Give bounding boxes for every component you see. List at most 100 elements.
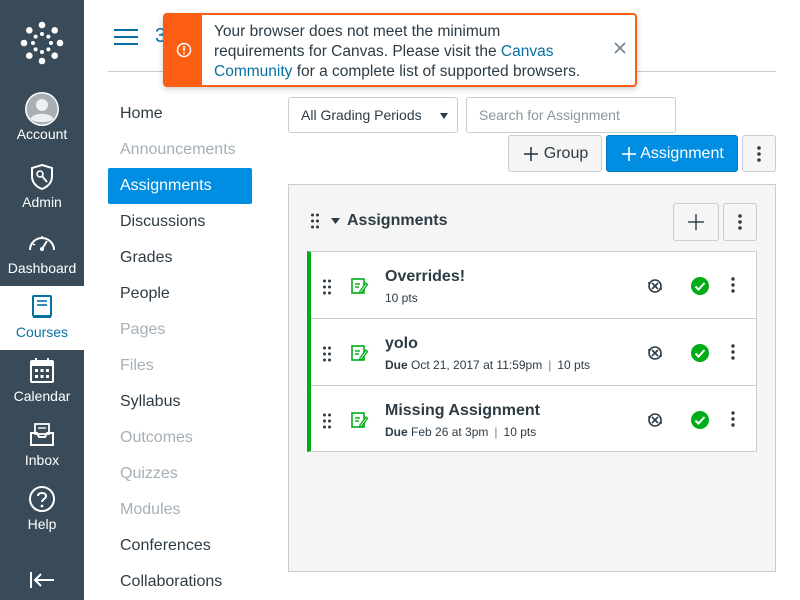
group-add-assignment-button[interactable] <box>673 203 719 241</box>
assignment-icon <box>351 412 369 428</box>
assignment-meta: Due Oct 21, 2017 at 11:59pm | 10 pts <box>385 358 590 372</box>
availability-icon <box>648 279 662 293</box>
meta-separator: | <box>494 425 498 439</box>
assignment-icon <box>351 345 369 361</box>
calendar-icon <box>29 354 55 388</box>
global-nav-help[interactable]: Help <box>0 478 84 540</box>
course-nav-modules: Modules <box>120 501 181 518</box>
global-nav-label: Courses <box>15 324 69 340</box>
global-nav-label: Dashboard <box>7 260 77 276</box>
course-nav-home[interactable]: Home <box>108 96 252 132</box>
canvas-logo[interactable] <box>0 0 84 86</box>
course-nav-discussions[interactable]: Discussions <box>108 204 252 240</box>
dropdown-caret-icon <box>440 113 448 119</box>
courses-book-icon <box>30 290 54 324</box>
kebab-icon <box>738 214 742 230</box>
alert-text-before: Your browser does not meet the minimum r… <box>214 23 501 60</box>
global-nav-label: Inbox <box>24 452 60 468</box>
global-nav-label: Help <box>27 516 57 532</box>
course-nav-conferences[interactable]: Conferences <box>108 528 252 564</box>
add-assignment-label: Assignment <box>640 144 724 162</box>
kebab-icon[interactable] <box>730 343 736 361</box>
global-nav-label: Calendar <box>13 388 71 404</box>
points: 10 pts <box>503 425 537 439</box>
grading-period-select[interactable]: All Grading Periods <box>288 97 458 133</box>
course-nav-syllabus[interactable]: Syllabus <box>108 384 252 420</box>
due-label: Due <box>385 425 408 439</box>
course-nav-files: Files <box>120 357 154 374</box>
global-nav-dashboard[interactable]: Dashboard <box>0 222 84 284</box>
warning-icon <box>176 42 191 58</box>
inbox-icon <box>28 418 56 452</box>
alert-close-button[interactable] <box>613 41 627 60</box>
dashboard-gauge-icon <box>27 226 57 260</box>
meta-separator: | <box>548 358 552 372</box>
plus-icon <box>622 146 637 161</box>
course-nav-assignments[interactable]: Assignments <box>108 168 252 204</box>
hamburger-menu-button[interactable] <box>112 26 140 48</box>
group-settings-button[interactable] <box>723 203 757 241</box>
help-icon <box>28 482 56 516</box>
settings-kebab-button[interactable] <box>742 135 776 172</box>
assignment-icon <box>351 278 369 294</box>
assignment-row[interactable]: Overrides! 10 pts <box>311 252 756 319</box>
published-check-icon[interactable] <box>690 343 710 363</box>
assignment-meta: 10 pts <box>385 291 418 305</box>
close-icon <box>614 42 626 54</box>
points: 10 pts <box>557 358 591 372</box>
drag-handle-icon[interactable] <box>322 278 332 296</box>
account-avatar-icon <box>24 92 60 126</box>
add-group-label: Group <box>543 144 589 162</box>
assignment-search-input[interactable] <box>466 97 676 133</box>
collapse-nav-button[interactable] <box>0 562 84 598</box>
plus-icon <box>523 146 538 161</box>
admin-shield-icon <box>29 160 55 194</box>
assignment-title[interactable]: Missing Assignment <box>385 402 540 420</box>
alert-text-after: for a complete list of supported browser… <box>292 63 581 80</box>
plus-icon <box>688 214 704 230</box>
kebab-icon[interactable] <box>730 410 736 428</box>
course-nav-announcements: Announcements <box>120 141 236 158</box>
browser-warning-alert: Your browser does not meet the minimum r… <box>163 13 637 87</box>
course-nav-quizzes: Quizzes <box>120 465 178 482</box>
canvas-logo-icon <box>20 21 64 65</box>
global-nav-account[interactable]: Account <box>0 88 84 150</box>
course-nav-outcomes: Outcomes <box>120 429 193 446</box>
global-nav: Account Admin Dashboard Courses Calendar Inbo… <box>0 0 84 600</box>
global-nav-inbox[interactable]: Inbox <box>0 414 84 476</box>
grading-period-value: All Grading Periods <box>301 107 422 123</box>
kebab-icon[interactable] <box>730 276 736 294</box>
assignment-list: Overrides! 10 pts yolo Due Oct 21, 2017 at … <box>307 251 757 452</box>
kebab-icon <box>757 145 761 162</box>
due-label: Due <box>385 358 408 372</box>
drag-handle-icon[interactable] <box>322 412 332 430</box>
published-check-icon[interactable] <box>690 410 710 430</box>
global-nav-calendar[interactable]: Calendar <box>0 350 84 412</box>
assignment-title[interactable]: Overrides! <box>385 268 465 286</box>
collapse-arrow-icon <box>30 572 54 588</box>
course-nav-grades[interactable]: Grades <box>108 240 252 276</box>
alert-side-bar <box>165 15 202 85</box>
course-nav-collaborations[interactable]: Collaborations <box>108 564 252 600</box>
add-assignment-button[interactable]: Assignment <box>606 135 738 172</box>
assignment-row[interactable]: yolo Due Oct 21, 2017 at 11:59pm | 10 pts <box>311 319 756 386</box>
global-nav-label: Admin <box>22 194 62 210</box>
availability-icon <box>648 413 662 427</box>
due-date: Feb 26 at 3pm <box>411 425 489 439</box>
course-nav-people[interactable]: People <box>108 276 252 312</box>
due-date: Oct 21, 2017 at 11:59pm <box>411 358 543 372</box>
global-nav-admin[interactable]: Admin <box>0 156 84 218</box>
course-nav-pages: Pages <box>120 321 166 338</box>
alert-message: Your browser does not meet the minimum r… <box>202 15 602 85</box>
assignment-row[interactable]: Missing Assignment Due Feb 26 at 3pm | 10 p… <box>311 386 756 451</box>
add-group-button[interactable]: Group <box>508 135 602 172</box>
published-check-icon[interactable] <box>690 276 710 296</box>
global-nav-courses[interactable]: Courses <box>0 286 84 350</box>
group-title: Assignments <box>347 212 448 229</box>
drag-handle-icon[interactable] <box>310 212 320 230</box>
hamburger-icon <box>114 29 138 45</box>
collapse-caret-icon[interactable] <box>331 218 340 224</box>
global-nav-label: Account <box>16 126 68 142</box>
assignment-title[interactable]: yolo <box>385 335 418 353</box>
drag-handle-icon[interactable] <box>322 345 332 363</box>
